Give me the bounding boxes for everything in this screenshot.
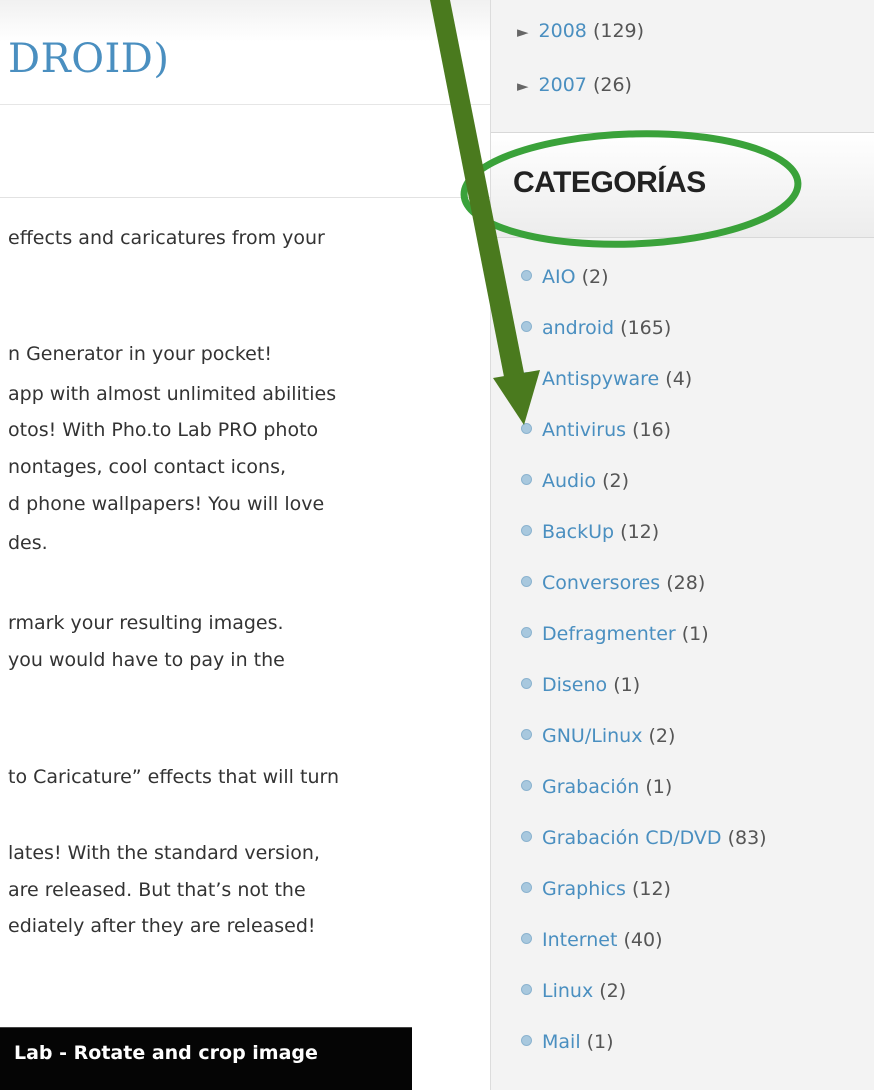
category-count: (83) [727, 827, 767, 849]
bullet-icon [521, 678, 532, 689]
bullet-icon [521, 882, 532, 893]
body-line: rmark your resulting images. [8, 612, 284, 634]
category-item[interactable]: Antivirus (16) [521, 419, 671, 449]
body-line: app with almost unlimited abilities [8, 383, 337, 405]
category-count: (2) [602, 470, 629, 492]
body-line: to Caricature” effects that will turn [8, 766, 340, 788]
archive-count: (129) [592, 20, 645, 42]
category-link[interactable]: BackUp [542, 521, 614, 543]
category-link[interactable]: Linux [542, 980, 593, 1002]
bullet-icon [521, 627, 532, 638]
category-count: (28) [666, 572, 706, 594]
category-count: (1) [645, 776, 673, 798]
category-item[interactable]: Mail (1) [521, 1031, 614, 1061]
post-image-preview[interactable]: Lab - Rotate and crop image [0, 1027, 412, 1090]
category-count: (1) [681, 623, 709, 645]
category-link[interactable]: Mail [542, 1031, 581, 1053]
category-item[interactable]: Grabación CD/DVD (83) [521, 827, 767, 857]
bullet-icon [521, 831, 532, 842]
body-line: ediately after they are released! [8, 915, 316, 937]
sidebar: ► 2008 (129) ► 2007 (26) CATEGORÍAS AIO (2… [490, 0, 874, 1090]
category-link[interactable]: Conversores [542, 572, 660, 594]
bullet-icon [521, 270, 532, 281]
bullet-icon [521, 576, 532, 587]
body-line: otos! With Pho.to Lab PRO photo [8, 419, 319, 441]
category-item[interactable]: AIO (2) [521, 266, 609, 296]
category-count: (165) [620, 317, 672, 339]
category-item[interactable]: Conversores (28) [521, 572, 705, 602]
body-line: n Generator in your pocket! [8, 343, 272, 365]
category-link[interactable]: Antispyware [542, 368, 659, 390]
category-item[interactable]: Graphics (12) [521, 878, 671, 908]
category-item[interactable]: BackUp (12) [521, 521, 659, 551]
archive-year[interactable]: 2007 [539, 74, 587, 96]
post-title[interactable]: DROID) [8, 36, 169, 82]
body-line: d phone wallpapers! You will love [8, 493, 325, 515]
category-link[interactable]: Antivirus [542, 419, 626, 441]
category-count: (16) [632, 419, 672, 441]
category-link[interactable]: Graphics [542, 878, 626, 900]
bullet-icon [521, 933, 532, 944]
bullet-icon [521, 525, 532, 536]
archive-item-2007[interactable]: ► 2007 (26) [517, 74, 632, 96]
category-item[interactable]: Diseno (1) [521, 674, 640, 704]
image-caption: Lab - Rotate and crop image [14, 1042, 318, 1064]
category-count: (4) [665, 368, 693, 390]
category-item[interactable]: Linux (2) [521, 980, 626, 1010]
bullet-icon [521, 780, 532, 791]
bullet-icon [521, 729, 532, 740]
archive-count: (26) [592, 74, 632, 96]
archive-year[interactable]: 2008 [539, 20, 587, 42]
bullet-icon [521, 423, 532, 434]
category-link[interactable]: Grabación CD/DVD [542, 827, 722, 849]
body-line: you would have to pay in the [8, 649, 285, 671]
categories-header: CATEGORÍAS [491, 132, 874, 238]
post-meta-band [0, 105, 490, 198]
category-count: (2) [599, 980, 627, 1002]
category-link[interactable]: Grabación [542, 776, 639, 798]
triangle-right-icon[interactable]: ► [517, 77, 529, 95]
category-item[interactable]: Antispyware (4) [521, 368, 692, 398]
body-line: effects and caricatures from your [8, 227, 325, 249]
category-count: (1) [613, 674, 641, 696]
category-count: (1) [586, 1031, 614, 1053]
category-item[interactable]: Defragmenter (1) [521, 623, 709, 653]
category-link[interactable]: Defragmenter [542, 623, 676, 645]
bullet-icon [521, 984, 532, 995]
post-title-band: DROID) [0, 0, 490, 105]
categories-title: CATEGORÍAS [513, 166, 706, 199]
category-item[interactable]: Audio (2) [521, 470, 629, 500]
category-link[interactable]: AIO [542, 266, 576, 288]
body-line: lates! With the standard version, [8, 842, 320, 864]
category-count: (2) [648, 725, 676, 747]
category-count: (2) [581, 266, 609, 288]
category-link[interactable]: Audio [542, 470, 596, 492]
category-link[interactable]: Diseno [542, 674, 607, 696]
bullet-icon [521, 474, 532, 485]
bullet-icon [521, 372, 532, 383]
triangle-right-icon[interactable]: ► [517, 23, 529, 41]
category-item[interactable]: android (165) [521, 317, 671, 347]
category-link[interactable]: android [542, 317, 614, 339]
category-count: (12) [620, 521, 660, 543]
category-link[interactable]: GNU/Linux [542, 725, 642, 747]
category-count: (40) [623, 929, 663, 951]
category-link[interactable]: Internet [542, 929, 617, 951]
category-item[interactable]: Internet (40) [521, 929, 663, 959]
body-line: nontages, cool contact icons, [8, 456, 287, 478]
bullet-icon [521, 1035, 532, 1046]
category-item[interactable]: GNU/Linux (2) [521, 725, 675, 755]
post-column: DROID) effects and caricatures from your… [0, 0, 490, 1090]
category-item[interactable]: Grabación (1) [521, 776, 672, 806]
category-count: (12) [631, 878, 671, 900]
archive-item-2008[interactable]: ► 2008 (129) [517, 20, 644, 42]
bullet-icon [521, 321, 532, 332]
body-line: are released. But that’s not the [8, 879, 306, 901]
body-line: des. [8, 532, 48, 554]
